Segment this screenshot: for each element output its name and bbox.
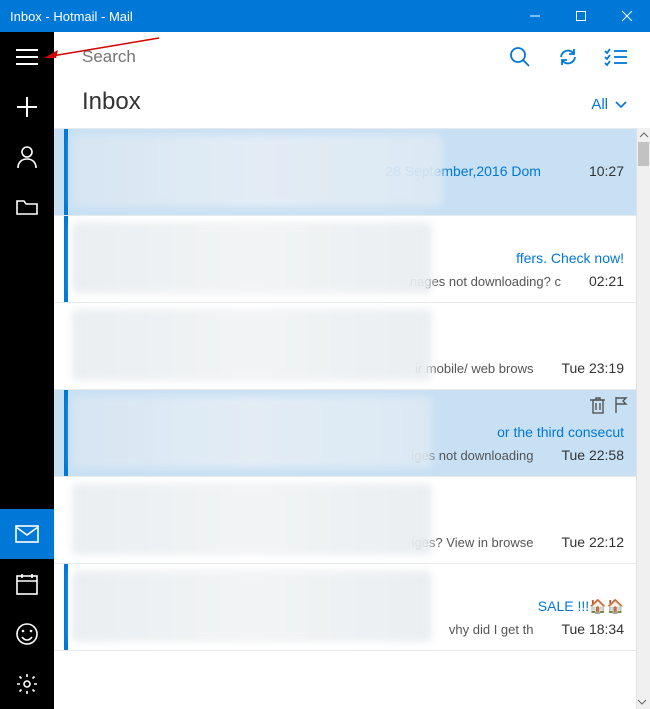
sidebar [0, 32, 54, 709]
scroll-up-button[interactable] [637, 128, 650, 142]
message-time: 02:21 [589, 273, 624, 289]
flag-icon[interactable] [614, 396, 628, 419]
titlebar-controls [512, 0, 650, 32]
scroll-down-button[interactable] [637, 695, 647, 709]
message-time: Tue 22:12 [561, 534, 624, 550]
redacted-content [72, 222, 432, 294]
message-item[interactable]: SALE !!!🏠🏠 vhy did I get th Tue 18:34 [54, 564, 636, 651]
hamburger-menu-button[interactable] [0, 32, 54, 82]
chevron-down-icon [614, 100, 628, 110]
titlebar: Inbox - Hotmail - Mail [0, 0, 650, 32]
calendar-button[interactable] [0, 559, 54, 609]
redacted-content [72, 570, 432, 642]
settings-button[interactable] [0, 659, 54, 709]
window-title: Inbox - Hotmail - Mail [10, 9, 512, 24]
message-preview-fragment: ir mobile/ web brows [415, 361, 534, 376]
filter-dropdown[interactable]: All [591, 96, 628, 113]
redacted-content [72, 135, 442, 207]
minimize-button[interactable] [512, 0, 558, 32]
redacted-content [72, 309, 432, 381]
folder-title: Inbox [82, 88, 591, 116]
message-item[interactable]: iges? View in browseTue 22:12 [54, 477, 636, 564]
close-button[interactable] [604, 0, 650, 32]
message-time: Tue 22:58 [561, 447, 624, 463]
message-preview-fragment: nages not downloading? c [410, 274, 561, 289]
message-preview-fragment: vhy did I get th [449, 622, 534, 637]
folder-header: Inbox All [54, 82, 650, 128]
message-time: Tue 23:19 [561, 360, 624, 376]
message-subject-fragment: ffers. Check now! [516, 250, 624, 266]
content-pane: Inbox All 28 September,2016 Dom10:27ffer… [54, 32, 650, 709]
toolbar [54, 32, 650, 82]
message-item[interactable]: or the third consecutiges not downloadin… [54, 390, 636, 477]
message-time: 10:27 [589, 163, 624, 179]
delete-icon[interactable] [590, 396, 606, 419]
message-item[interactable]: ir mobile/ web brows Tue 23:19 [54, 303, 636, 390]
folders-button[interactable] [0, 182, 54, 232]
scroll-track[interactable] [637, 142, 650, 695]
message-item[interactable]: ffers. Check now! nages not downloading? … [54, 216, 636, 303]
accounts-button[interactable] [0, 132, 54, 182]
scroll-thumb[interactable] [638, 142, 649, 166]
maximize-button[interactable] [558, 0, 604, 32]
message-subject-fragment: or the third consecut [497, 424, 624, 440]
redacted-content [72, 483, 432, 555]
scrollbar[interactable] [636, 128, 650, 709]
message-item[interactable]: 28 September,2016 Dom10:27 [54, 128, 636, 216]
select-mode-button[interactable] [592, 32, 640, 82]
message-time: Tue 18:34 [561, 621, 624, 637]
mail-button[interactable] [0, 509, 54, 559]
redacted-content [72, 396, 432, 468]
message-list[interactable]: 28 September,2016 Dom10:27ffers. Check n… [54, 128, 650, 709]
filter-label: All [591, 96, 608, 113]
message-actions [590, 396, 628, 419]
new-mail-button[interactable] [0, 82, 54, 132]
message-subject-fragment: SALE !!!🏠🏠 [538, 598, 624, 615]
search-button[interactable] [496, 32, 544, 82]
sync-button[interactable] [544, 32, 592, 82]
search-input[interactable] [82, 47, 496, 67]
feedback-button[interactable] [0, 609, 54, 659]
